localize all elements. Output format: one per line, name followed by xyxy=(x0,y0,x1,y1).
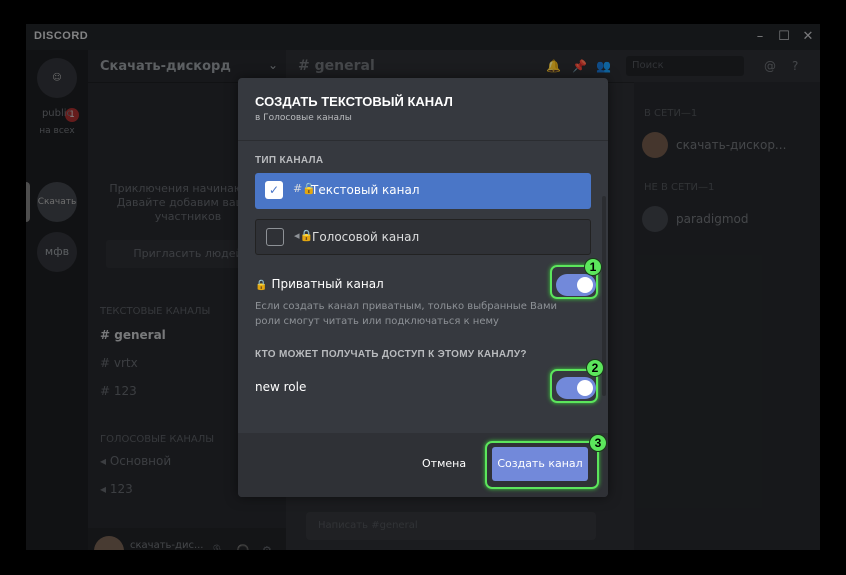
annotation-number: 2 xyxy=(586,359,604,377)
annotation-number: 1 xyxy=(584,258,602,276)
private-hint: Если создать канал приватным, только выб… xyxy=(255,301,558,327)
checkbox-checked-icon[interactable]: ✓ xyxy=(265,181,283,199)
option-voice-channel[interactable]: ◂🔒 Голосовой канал xyxy=(255,219,591,255)
cancel-button[interactable]: Отмена xyxy=(422,457,466,470)
role-label: new role xyxy=(255,380,307,394)
checkbox-unchecked-icon[interactable] xyxy=(266,228,284,246)
option-text-label: Текстовый канал xyxy=(311,183,420,197)
channel-type-header: ТИП КАНАЛА xyxy=(255,155,324,166)
lock-icon: 🔒 xyxy=(255,280,268,291)
option-voice-label: Голосовой канал xyxy=(312,230,420,244)
option-text-channel[interactable]: ✓ #🔒 Текстовый канал xyxy=(255,173,591,209)
access-header: КТО МОЖЕТ ПОЛУЧАТЬ ДОСТУП К ЭТОМУ КАНАЛУ… xyxy=(255,349,527,360)
highlight-create-button xyxy=(485,441,599,489)
annotation-number: 3 xyxy=(589,434,607,452)
voice-channel-icon: ◂🔒 xyxy=(294,229,314,242)
modal-title: СОЗДАТЬ ТЕКСТОВЫЙ КАНАЛ xyxy=(255,94,453,109)
modal-subtitle: в Голосовые каналы xyxy=(255,113,352,123)
private-channel-label: 🔒 Приватный канал xyxy=(255,277,384,291)
